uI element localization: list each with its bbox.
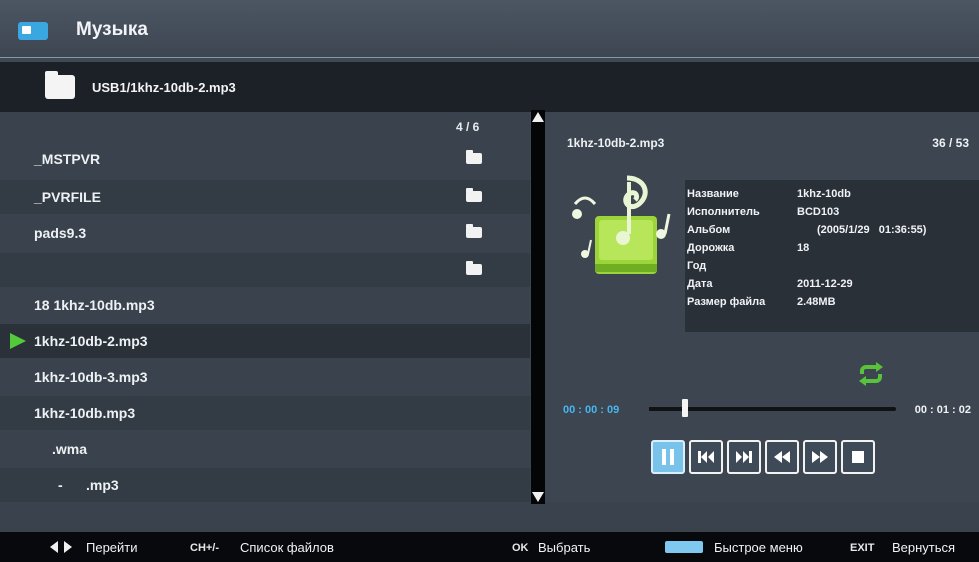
list-item[interactable]: 18 1khz-10db.mp3 (0, 288, 530, 322)
meta-value: 18 (797, 242, 810, 254)
help-navigate: Перейти (86, 540, 138, 555)
meta-value: (2005/1/29 01:36:55) (817, 224, 927, 236)
help-ok-key: OK (512, 542, 529, 554)
time-current: 00 : 00 : 09 (563, 404, 620, 416)
rewind-icon (774, 451, 790, 463)
fast-forward-icon (812, 451, 828, 463)
help-ch-key: CH+/- (190, 542, 220, 554)
pause-icon (662, 449, 674, 465)
meta-value: 2011-12-29 (797, 278, 853, 290)
current-path: USB1/1khz-10db-2.mp3 (92, 80, 236, 95)
repeat-icon[interactable] (857, 362, 885, 386)
help-back: Вернуться (892, 540, 956, 555)
media-player-screen: Музыка USB1/1khz-10db-2.mp3 4 / 6 _MSTPV… (0, 0, 979, 562)
list-item-label: 18 1khz-10db.mp3 (34, 297, 155, 313)
list-item[interactable]: 1khz-10db.mp3 (0, 396, 530, 430)
meta-value: 2.48MB (797, 296, 836, 308)
folder-icon (466, 224, 482, 238)
next-track-icon (736, 451, 752, 463)
help-select: Выбрать (538, 540, 591, 555)
stop-button[interactable] (841, 440, 875, 474)
list-item-label: _MSTPVR (34, 151, 101, 167)
list-item-label: .wma (52, 441, 88, 457)
list-item-label: _PVRFILE (34, 189, 101, 205)
list-item[interactable]: pads9.3 (0, 216, 530, 250)
app-title: Музыка (76, 19, 148, 40)
list-item[interactable]: 1khz-10db-3.mp3 (0, 360, 530, 394)
list-item-label: 1khz-10db.mp3 (34, 405, 136, 421)
progress-fill (649, 407, 685, 411)
stop-icon (852, 451, 864, 463)
music-folder-icon (18, 22, 48, 40)
list-item-selected[interactable]: 1khz-10db-2.mp3 (0, 324, 530, 358)
title-bar: Музыка (0, 0, 979, 58)
help-file-list: Список файлов (240, 540, 334, 555)
previous-track-icon (698, 451, 714, 463)
meta-key: Год (687, 260, 707, 272)
playing-filename: 1khz-10db-2.mp3 (567, 136, 665, 150)
file-list: 4 / 6 _MSTPVR _PVRFILE pads9.3 18 1khz-1… (0, 112, 530, 502)
list-item[interactable]: _MSTPVR (0, 142, 530, 176)
list-item[interactable]: - .mp3 (0, 468, 530, 502)
meta-key: Альбом (687, 224, 731, 236)
time-total: 00 : 01 : 02 (914, 404, 971, 416)
list-item[interactable] (0, 253, 530, 287)
meta-value: 1khz-10db (797, 188, 851, 200)
progress-knob[interactable] (681, 399, 688, 417)
list-item[interactable]: _PVRFILE (0, 180, 530, 214)
info-panel: 1khz-10db-2.mp3 36 / 53 Название 1khz-10… (545, 112, 979, 502)
previous-track-button[interactable] (689, 440, 723, 474)
meta-key: Размер файла (687, 296, 766, 308)
scroll-down-arrow-icon[interactable] (532, 492, 544, 502)
list-item-label: - .mp3 (58, 477, 119, 493)
list-item-label: 1khz-10db-3.mp3 (34, 369, 148, 385)
progress-bar[interactable] (649, 399, 896, 417)
rewind-button[interactable] (765, 440, 799, 474)
file-list-counter: 4 / 6 (456, 120, 480, 134)
blue-key-icon (665, 541, 703, 553)
track-metadata: Название 1khz-10db Исполнитель BCD103 Ал… (685, 180, 979, 332)
path-bar: USB1/1khz-10db-2.mp3 (0, 62, 979, 112)
meta-value: BCD103 (797, 206, 840, 218)
meta-key: Название (687, 188, 739, 200)
next-track-button[interactable] (727, 440, 761, 474)
help-exit-key: EXIT (850, 542, 875, 554)
left-right-arrows-icon (50, 541, 72, 553)
folder-icon (466, 261, 482, 275)
help-quick-menu: Быстрое меню (714, 540, 803, 555)
folder-icon (45, 71, 75, 99)
meta-key: Дата (687, 278, 713, 290)
list-item[interactable]: .wma (0, 432, 530, 466)
file-list-scrollbar[interactable] (531, 110, 545, 504)
folder-icon (466, 150, 482, 164)
pause-button[interactable] (651, 440, 685, 474)
playback-controls (651, 440, 891, 476)
fast-forward-button[interactable] (803, 440, 837, 474)
track-counter: 36 / 53 (932, 136, 969, 150)
help-bar: Перейти CH+/- Список файлов OK Выбрать Б… (0, 532, 979, 562)
folder-icon (466, 188, 482, 202)
list-item-label: pads9.3 (34, 225, 87, 241)
music-note-icon (572, 175, 671, 274)
meta-key: Исполнитель (687, 206, 760, 218)
list-item-label: 1khz-10db-2.mp3 (34, 333, 148, 349)
meta-key: Дорожка (687, 242, 735, 254)
scroll-up-arrow-icon[interactable] (532, 112, 544, 122)
selection-arrow-icon (10, 333, 26, 349)
